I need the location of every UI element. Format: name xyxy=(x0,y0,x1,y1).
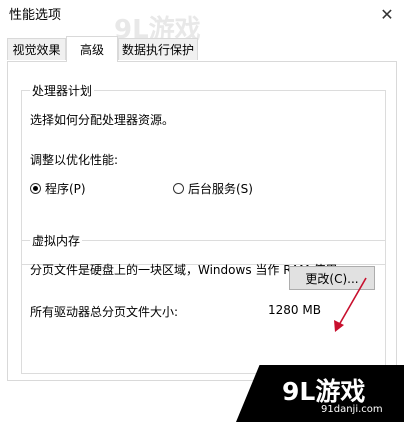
radio-programs-label: 程序(P) xyxy=(45,182,86,196)
tab-label: 视觉效果 xyxy=(12,43,61,57)
tab-label: 数据执行保护 xyxy=(121,43,194,57)
radio-programs-indicator[interactable] xyxy=(30,183,41,194)
paging-file-size-value: 1280 MB xyxy=(268,303,321,317)
processor-scheduling-legend: 处理器计划 xyxy=(30,82,95,99)
radio-background-services[interactable]: 后台服务(S) xyxy=(173,180,253,197)
advanced-tab-panel: 处理器计划 选择如何分配处理器资源。 调整以优化性能: 程序(P) 后台服务(S… xyxy=(7,61,397,381)
window-title: 性能选项 xyxy=(9,8,62,23)
processor-description: 选择如何分配处理器资源。 xyxy=(30,113,175,127)
tab-data-execution-prevention[interactable]: 数据执行保护 xyxy=(118,38,198,60)
virtual-memory-group: 虚拟内存 分页文件是硬盘上的一块区域，Windows 当作 RAM 使用。 所有… xyxy=(21,232,386,374)
paging-file-size-label: 所有驱动器总分页文件大小: xyxy=(30,305,179,319)
tab-label: 高级 xyxy=(79,43,104,57)
tab-strip: 视觉效果 高级 数据执行保护 xyxy=(0,36,404,62)
virtual-memory-legend: 虚拟内存 xyxy=(30,232,83,249)
watermark-bottom-logo: 9L游戏 xyxy=(282,377,366,406)
adjust-performance-label: 调整以优化性能: xyxy=(30,153,119,167)
tab-visual-effects[interactable]: 视觉效果 xyxy=(7,38,66,60)
radio-background-services-indicator[interactable] xyxy=(173,183,184,194)
close-icon: ✕ xyxy=(380,4,394,24)
title-bar: 性能选项 9L游戏 ✕ xyxy=(0,0,404,45)
performance-options-window: 性能选项 9L游戏 ✕ 视觉效果 高级 数据执行保护 处理器计划 选择如何分配处… xyxy=(0,0,404,422)
tab-advanced[interactable]: 高级 xyxy=(66,36,118,62)
radio-background-services-label: 后台服务(S) xyxy=(188,182,253,196)
close-button[interactable]: ✕ xyxy=(374,2,400,26)
change-button[interactable]: 更改(C)... xyxy=(289,266,375,290)
watermark-url: 91danji.com xyxy=(321,404,383,415)
radio-programs[interactable]: 程序(P) xyxy=(30,180,86,197)
